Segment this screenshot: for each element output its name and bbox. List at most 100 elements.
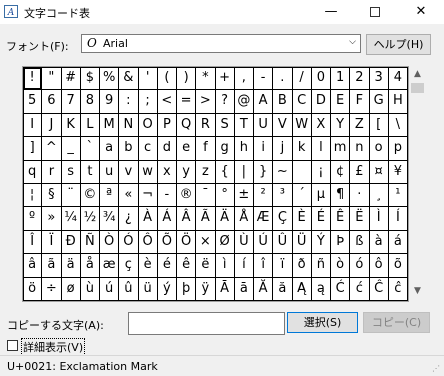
character-cell[interactable]: ¾ [100, 207, 120, 231]
character-cell[interactable]: ª [100, 184, 120, 208]
character-cell[interactable]: ă [273, 277, 293, 301]
character-cell[interactable]: K [61, 113, 81, 138]
character-cell[interactable]: / [292, 67, 312, 91]
character-cell[interactable]: T [234, 113, 254, 138]
character-cell[interactable]: [ [369, 113, 389, 138]
character-cell[interactable]: © [80, 184, 100, 208]
character-cell[interactable]: j [273, 137, 293, 161]
character-cell[interactable]: t [80, 160, 100, 184]
advanced-view-checkbox[interactable] [7, 340, 18, 351]
character-cell[interactable]: u [100, 160, 120, 184]
character-cell[interactable]: Ć [331, 277, 351, 301]
character-cell[interactable]: s [61, 160, 81, 184]
close-button[interactable]: ✕ [398, 0, 444, 24]
character-cell[interactable]: d [157, 137, 177, 161]
character-cell[interactable]: ^ [42, 137, 62, 161]
character-cell[interactable]: Ü [292, 230, 312, 255]
character-cell[interactable]: Ù [234, 230, 254, 255]
character-cell[interactable]: w [138, 160, 158, 184]
character-cell[interactable]: ò [331, 254, 351, 278]
character-cell[interactable]: f [196, 137, 216, 161]
character-cell[interactable]: 8 [80, 90, 100, 114]
character-cell[interactable]: $ [80, 67, 100, 91]
character-cell[interactable]: à [369, 230, 389, 255]
character-cell[interactable]: ì [215, 254, 235, 278]
character-cell[interactable]: Ï [42, 230, 62, 255]
character-cell[interactable]: ã [42, 254, 62, 278]
character-cell[interactable]: L [80, 113, 100, 138]
minimize-button[interactable]: — [308, 0, 354, 24]
character-cell[interactable]: Ā [215, 277, 235, 301]
character-cell[interactable]: X [311, 113, 331, 138]
character-cell[interactable]: 2 [350, 67, 370, 91]
character-cell[interactable]: - [157, 184, 177, 208]
character-cell[interactable]: ¿ [119, 207, 139, 231]
character-cell[interactable]: i [254, 137, 274, 161]
character-cell[interactable]: ë [196, 254, 216, 278]
character-cell[interactable]: ¦ [23, 184, 43, 208]
select-button[interactable]: 選択(S) [287, 312, 358, 333]
character-cell[interactable]: ÿ [196, 277, 216, 301]
character-cell[interactable]: â [23, 254, 43, 278]
character-cell[interactable]: ß [350, 230, 370, 255]
character-cell[interactable]: " [42, 67, 62, 91]
character-cell[interactable]: ¹ [388, 184, 408, 208]
character-cell[interactable]: ` [80, 137, 100, 161]
character-cell[interactable]: Q [177, 113, 197, 138]
character-cell[interactable]: ´ [292, 184, 312, 208]
character-cell[interactable]: U [254, 113, 274, 138]
character-cell[interactable]: R [196, 113, 216, 138]
character-cell[interactable]: ć [350, 277, 370, 301]
character-cell[interactable]: µ [311, 184, 331, 208]
character-cell[interactable]: p [388, 137, 408, 161]
character-cell[interactable]: h [234, 137, 254, 161]
character-cell[interactable]: í [234, 254, 254, 278]
character-cell[interactable]: î [254, 254, 274, 278]
character-cell[interactable]: A [254, 90, 274, 114]
character-cell[interactable]: ą [311, 277, 331, 301]
character-cell[interactable]: û [119, 277, 139, 301]
character-cell[interactable]: E [331, 90, 351, 114]
character-cell[interactable]: > [196, 90, 216, 114]
character-cell[interactable]: Ø [215, 230, 235, 255]
character-cell[interactable]: k [292, 137, 312, 161]
character-cell[interactable]: } [254, 160, 274, 184]
character-cell[interactable]: Õ [157, 230, 177, 255]
character-cell[interactable]: B [273, 90, 293, 114]
character-cell[interactable]: Î [23, 230, 43, 255]
character-cell[interactable]: ¡ [311, 160, 331, 184]
character-cell[interactable]: Ú [254, 230, 274, 255]
character-cell[interactable]: ; [138, 90, 158, 114]
character-cell[interactable]: Z [350, 113, 370, 138]
character-cell[interactable]: ê [177, 254, 197, 278]
character-cell[interactable]: Ö [177, 230, 197, 255]
character-cell[interactable] [292, 160, 312, 184]
character-cell[interactable]: ö [23, 277, 43, 301]
character-cell[interactable]: Ó [119, 230, 139, 255]
character-cell[interactable]: ¬ [138, 184, 158, 208]
character-cell[interactable]: W [292, 113, 312, 138]
character-cell[interactable]: × [196, 230, 216, 255]
character-cell[interactable]: ) [177, 67, 197, 91]
character-cell[interactable]: m [331, 137, 351, 161]
character-cell[interactable]: À [138, 207, 158, 231]
character-cell[interactable]: å [80, 254, 100, 278]
character-cell[interactable]: V [273, 113, 293, 138]
character-cell[interactable]: ÷ [42, 277, 62, 301]
character-cell[interactable]: 7 [61, 90, 81, 114]
character-cell[interactable]: r [42, 160, 62, 184]
character-cell[interactable]: Æ [254, 207, 274, 231]
character-cell[interactable]: ! [23, 67, 43, 91]
character-cell[interactable]: Ê [331, 207, 351, 231]
character-cell[interactable]: õ [388, 254, 408, 278]
character-cell[interactable]: S [215, 113, 235, 138]
character-cell[interactable]: ] [23, 137, 43, 161]
character-cell[interactable]: ā [234, 277, 254, 301]
character-cell[interactable]: , [234, 67, 254, 91]
character-cell[interactable]: ( [157, 67, 177, 91]
character-cell[interactable]: È [292, 207, 312, 231]
character-cell[interactable]: . [273, 67, 293, 91]
character-cell[interactable]: Û [273, 230, 293, 255]
character-cell[interactable]: N [119, 113, 139, 138]
character-cell[interactable]: ù [80, 277, 100, 301]
